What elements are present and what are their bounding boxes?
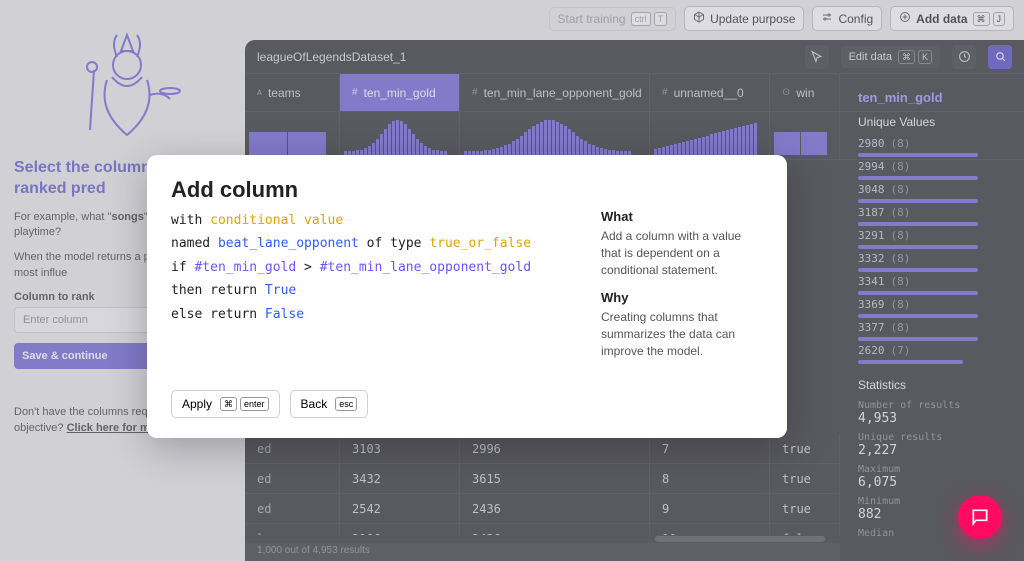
- t: else return: [171, 307, 265, 322]
- t: True: [265, 283, 296, 298]
- t: with: [171, 213, 210, 228]
- t: true_or_false: [429, 236, 531, 251]
- t: conditional value: [210, 213, 343, 228]
- t: >: [296, 260, 319, 275]
- what-heading: What: [601, 209, 763, 224]
- modal-title: Add column: [171, 177, 763, 203]
- add-column-modal: Add column with conditional value named …: [147, 155, 787, 438]
- label: Back: [301, 397, 328, 411]
- modal-code[interactable]: with conditional value named beat_lane_o…: [171, 209, 551, 372]
- shortcut: esc: [335, 397, 357, 411]
- why-heading: Why: [601, 290, 763, 305]
- t: False: [265, 307, 304, 322]
- t: named: [171, 236, 218, 251]
- why-text: Creating columns that summarizes the dat…: [601, 309, 763, 359]
- label: Apply: [182, 397, 212, 411]
- what-text: Add a column with a value that is depend…: [601, 228, 763, 278]
- apply-button[interactable]: Apply ⌘enter: [171, 390, 280, 418]
- key: ⌘: [220, 397, 237, 411]
- t: if: [171, 260, 194, 275]
- t: #ten_min_lane_opponent_gold: [320, 260, 531, 275]
- help-fab[interactable]: [958, 495, 1002, 539]
- t: then return: [171, 283, 265, 298]
- t: of type: [359, 236, 429, 251]
- key: esc: [335, 397, 357, 411]
- back-button[interactable]: Back esc: [290, 390, 369, 418]
- key: enter: [240, 397, 269, 411]
- modal-info: What Add a column with a value that is d…: [601, 209, 763, 372]
- t: beat_lane_opponent: [218, 236, 359, 251]
- shortcut: ⌘enter: [220, 397, 269, 411]
- t: #ten_min_gold: [194, 260, 296, 275]
